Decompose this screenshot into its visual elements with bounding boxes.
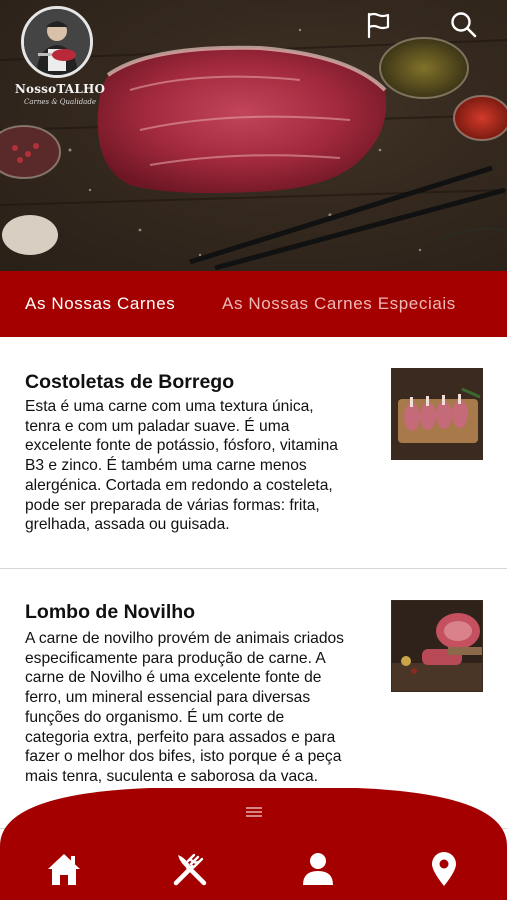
product-description: A carne de novilho provém de animais cri… [25, 630, 344, 785]
tab-carnes-especiais[interactable]: As Nossas Carnes Especiais [222, 294, 456, 314]
product-image-beef-loin[interactable] [391, 600, 483, 692]
location-icon[interactable] [424, 849, 464, 889]
flag-icon[interactable] [363, 10, 393, 40]
butcher-emblem [21, 6, 93, 78]
category-tabs: As Nossas Carnes As Nossas Carnes Especi… [0, 271, 507, 337]
product-title: Costoletas de Borrego [25, 371, 235, 393]
home-icon[interactable] [44, 849, 84, 889]
bottom-navigation [0, 786, 507, 900]
user-icon[interactable] [298, 849, 338, 889]
brand-logo[interactable]: NossoTALHO Carnes & Qualidade [14, 2, 106, 110]
search-icon[interactable] [449, 10, 479, 40]
brand-tagline: Carnes & Qualidade [24, 98, 96, 106]
brand-name: NossoTALHO [14, 82, 106, 96]
cutlery-icon[interactable] [170, 849, 210, 889]
product-title: Lombo de Novilho [25, 601, 196, 623]
product-description: Esta é uma carne com uma textura única, … [25, 398, 338, 534]
product-image-lamb-chops[interactable] [391, 368, 483, 460]
menu-handle-icon[interactable] [243, 805, 265, 819]
hero-banner: NossoTALHO Carnes & Qualidade [0, 0, 507, 271]
product-card[interactable]: Costoletas de Borrego Esta é uma carne c… [0, 337, 507, 569]
tab-nossas-carnes[interactable]: As Nossas Carnes [25, 294, 175, 314]
